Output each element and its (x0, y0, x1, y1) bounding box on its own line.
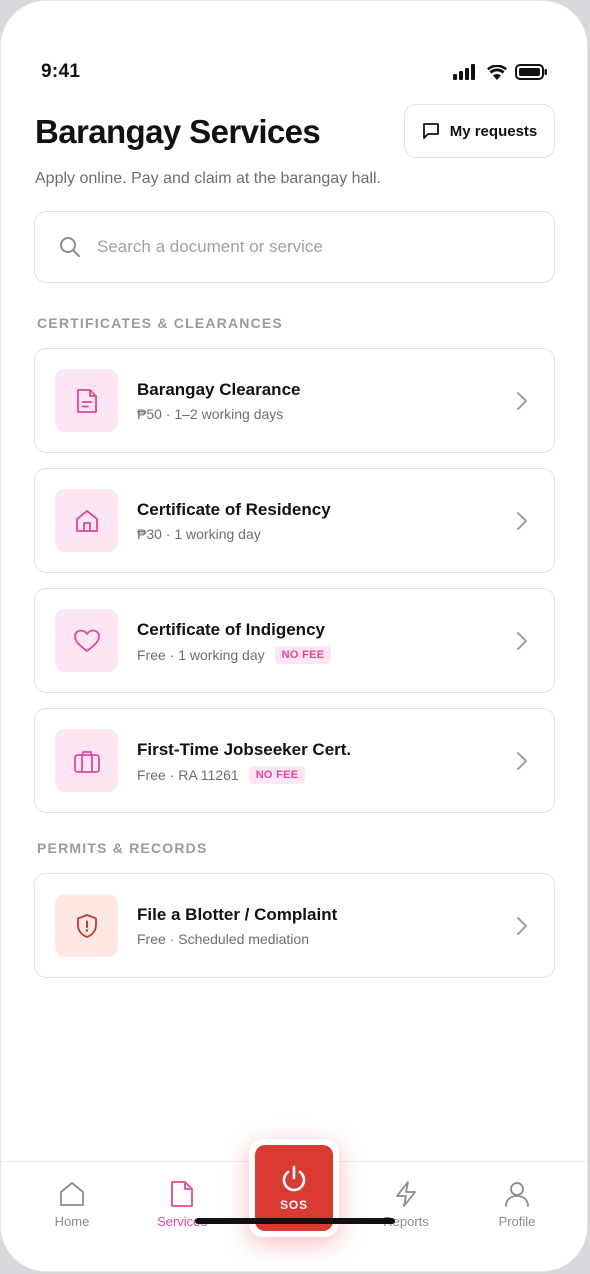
service-meta: ₱30 · 1 working day (137, 526, 261, 542)
service-icon-tile (55, 894, 118, 957)
service-icon-tile (55, 369, 118, 432)
page-subtitle: Apply online. Pay and claim at the baran… (35, 170, 381, 187)
service-meta-text: Free · RA 11261 (137, 767, 239, 783)
user-icon (505, 1182, 529, 1207)
service-name: File a Blotter / Complaint (137, 905, 338, 924)
service-meta: ₱50 · 1–2 working days (137, 406, 283, 422)
heart-icon (73, 629, 100, 652)
service-meta-text: ₱30 · 1 working day (137, 526, 261, 542)
chevron-right-icon (517, 512, 527, 530)
service-name: Barangay Clearance (137, 380, 301, 399)
home-icon (60, 1182, 84, 1206)
service-icon-tile (55, 489, 118, 552)
document-icon (76, 388, 97, 413)
lightning-icon (396, 1181, 416, 1207)
my-requests-label: My requests (449, 122, 538, 140)
service-icon-tile (55, 609, 118, 672)
chevron-right-icon (517, 752, 527, 770)
chevron-right-icon (517, 917, 527, 935)
service-name: Certificate of Residency (137, 500, 331, 519)
service-meta-text: Free · 1 working day (137, 647, 265, 663)
my-requests-button[interactable]: My requests (404, 104, 555, 158)
sos-label: SOS (280, 1198, 308, 1212)
service-icon-tile (55, 729, 118, 792)
tab-home[interactable]: Home (27, 1180, 117, 1229)
section-label-certificates: CERTIFICATES & CLEARANCES (37, 315, 283, 331)
no-fee-badge: NO FEE (248, 766, 306, 784)
tab-home-label: Home (54, 1214, 90, 1229)
chevron-right-icon (517, 392, 527, 410)
search-input[interactable] (97, 237, 497, 257)
service-meta-text: Free · Scheduled mediation (137, 931, 309, 947)
status-time: 9:41 (41, 61, 81, 82)
status-icons (453, 64, 547, 80)
search-icon (60, 237, 80, 257)
battery-icon (515, 64, 547, 80)
shield-alert-icon (76, 913, 97, 938)
cellular-signal-icon (453, 64, 475, 80)
search-box[interactable] (34, 211, 555, 283)
no-fee-badge: NO FEE (274, 646, 332, 664)
service-name: Certificate of Indigency (137, 620, 325, 639)
service-card-first-time-jobseeker[interactable]: First-Time Jobseeker Cert. Free · RA 112… (34, 708, 555, 813)
service-card-certificate-of-residency[interactable]: Certificate of Residency ₱30 · 1 working… (34, 468, 555, 573)
home-icon (75, 509, 98, 532)
service-card-barangay-clearance[interactable]: Barangay Clearance ₱50 · 1–2 working day… (34, 348, 555, 453)
power-icon (282, 1165, 306, 1192)
service-name: First-Time Jobseeker Cert. (137, 740, 352, 759)
document-icon (171, 1181, 193, 1207)
chevron-right-icon (517, 632, 527, 650)
home-indicator (195, 1218, 395, 1224)
service-meta: Free · RA 11261 NO FEE (137, 766, 306, 784)
phone-screen: 9:41 Barangay Services Apply online. Pay… (0, 0, 588, 1272)
section-label-permits: PERMITS & RECORDS (37, 840, 208, 856)
tab-profile-label: Profile (498, 1214, 536, 1229)
service-meta: Free · 1 working day NO FEE (137, 646, 332, 664)
briefcase-icon (73, 750, 100, 773)
service-card-file-blotter[interactable]: File a Blotter / Complaint Free · Schedu… (34, 873, 555, 978)
service-meta-text: ₱50 · 1–2 working days (137, 406, 284, 422)
wifi-icon (487, 64, 507, 80)
service-meta: Free · Scheduled mediation (137, 931, 309, 947)
page-title: Barangay Services (35, 113, 321, 150)
service-card-certificate-of-indigency[interactable]: Certificate of Indigency Free · 1 workin… (34, 588, 555, 693)
tab-profile[interactable]: Profile (472, 1180, 562, 1229)
status-bar: 9:41 (41, 59, 547, 85)
chat-bubble-icon (422, 123, 439, 139)
